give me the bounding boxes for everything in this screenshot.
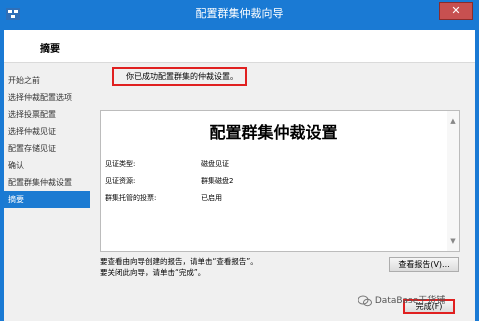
page-heading: 摘要 [40,44,60,55]
nav-item-confirm[interactable]: 确认 [4,157,90,174]
nav-item-quorum-witness[interactable]: 选择仲裁见证 [4,123,90,140]
window-title: 配置群集仲裁向导 [195,7,284,20]
report-value: 磁盘见证 [201,160,229,168]
wizard-header: 摘要 [4,30,475,62]
wizard-steps-nav: 开始之前 选择仲裁配置选项 选择投票配置 选择仲裁见证 配置存储见证 确认 配置… [4,72,90,208]
scroll-down-icon[interactable]: ▼ [449,237,457,245]
report-value: 群集磁盘2 [201,177,234,185]
watermark-text: DataBase干货铺 [374,296,446,306]
close-icon: ✕ [451,4,461,17]
hint-view-report: 要查看由向导创建的报告，请单击“查看报告”。 [100,257,258,266]
nav-item-summary[interactable]: 摘要 [4,191,90,208]
report-value: 已启用 [201,194,222,202]
report-panel: 配置群集仲裁设置 见证类型: 磁盘见证 见证资源: 群集磁盘2 群集托管的投票:… [100,110,460,252]
nav-item-storage-witness[interactable]: 配置存储见证 [4,140,90,157]
report-key: 见证资源: [105,177,136,185]
report-scrollbar[interactable]: ▲ ▼ [447,111,459,251]
nav-item-configure-quorum[interactable]: 配置群集仲裁设置 [4,174,90,191]
close-button[interactable]: ✕ [439,2,473,20]
nav-item-before-you-begin[interactable]: 开始之前 [4,72,90,89]
report-key: 群集托管的投票: [105,194,157,202]
report-key: 见证类型: [105,160,136,168]
hint-close-wizard: 要关闭此向导，请单击“完成”。 [100,268,206,277]
wechat-logo-icon [358,295,372,306]
view-report-button[interactable]: 查看报告(V)... [389,257,459,272]
report-title: 配置群集仲裁设置 [209,123,338,142]
header-divider [4,62,475,63]
nav-item-quorum-option[interactable]: 选择仲裁配置选项 [4,89,90,106]
scroll-up-icon[interactable]: ▲ [449,117,457,125]
nav-item-voting-config[interactable]: 选择投票配置 [4,106,90,123]
success-message: 你已成功配置群集的仲裁设置。 [112,67,247,86]
watermark: DataBase干货铺 [358,293,445,307]
title-bar: 配置群集仲裁向导 ✕ [0,0,479,30]
